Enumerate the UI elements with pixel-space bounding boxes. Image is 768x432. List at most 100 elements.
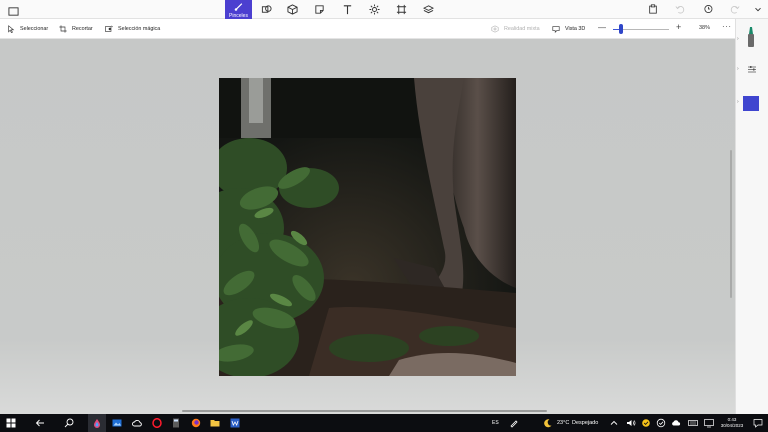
- horizontal-scrollbar[interactable]: [182, 410, 547, 412]
- taskbar-explorer[interactable]: [209, 417, 220, 428]
- taskbar-onedrive[interactable]: [131, 417, 142, 428]
- paste-icon: [649, 4, 657, 14]
- stickers-icon: [314, 5, 324, 14]
- weather-temp[interactable]: 23°C: [557, 420, 569, 426]
- windows-icon: [6, 418, 15, 427]
- cursor-icon: [8, 25, 15, 33]
- effects-icon: [368, 4, 380, 15]
- mixed-reality-button[interactable]: Realidad mixta: [491, 24, 540, 34]
- tab-brushes[interactable]: Pinceles: [225, 0, 252, 19]
- pen-button[interactable]: [508, 417, 519, 428]
- taskbar: ES 23°C Despejado 0:43 30/04/2023: [0, 414, 768, 432]
- word-icon: [230, 418, 239, 427]
- tab-stickers[interactable]: [306, 0, 332, 19]
- taskbar-word[interactable]: [229, 417, 240, 428]
- weather-desc[interactable]: Despejado: [572, 420, 598, 426]
- side-panel: › › ›: [735, 19, 768, 414]
- canvas-icon: [396, 4, 406, 15]
- cloud-tray[interactable]: [670, 417, 681, 428]
- view-3d-icon: [552, 26, 560, 33]
- weather-icon[interactable]: [542, 417, 553, 428]
- mixed-reality-label: Realidad mixta: [504, 26, 540, 32]
- search-button[interactable]: [63, 417, 74, 428]
- 3d-shapes-icon: [286, 4, 298, 15]
- menu-icon[interactable]: [8, 4, 19, 16]
- calculator-icon: [172, 418, 179, 427]
- chevron-up-icon: [610, 420, 617, 425]
- clock-date: 30/04/2023: [720, 423, 744, 428]
- notification-icon: [753, 418, 762, 428]
- photos-icon: [112, 419, 121, 426]
- tab-3d-library[interactable]: [415, 0, 441, 19]
- text-icon: [343, 5, 351, 15]
- tab-canvas[interactable]: [388, 0, 414, 19]
- folder-icon: [210, 419, 219, 426]
- view-3d-label: Vista 3D: [565, 26, 586, 32]
- cloud-tray-icon: [671, 419, 680, 425]
- start-button[interactable]: [5, 417, 16, 428]
- mixed-reality-icon: [491, 25, 499, 33]
- tab-2d-shapes[interactable]: [253, 0, 279, 19]
- zoom-percentage: 38%: [699, 25, 711, 31]
- monitor-icon: [703, 418, 714, 427]
- settings-chevron-icon[interactable]: ›: [737, 66, 739, 72]
- language-indicator[interactable]: ES: [492, 420, 499, 426]
- magic-select-button[interactable]: Selección mágica: [105, 24, 160, 34]
- marker-icon[interactable]: [746, 26, 756, 48]
- taskbar-calculator[interactable]: [170, 417, 181, 428]
- magic-select-label: Selección mágica: [118, 26, 161, 32]
- taskbar-photos[interactable]: [111, 417, 122, 428]
- taskbar-paint3d[interactable]: [88, 414, 106, 432]
- view-3d-button[interactable]: Vista 3D: [552, 24, 585, 34]
- select-label: Seleccionar: [20, 26, 49, 32]
- crop-button[interactable]: Recortar: [59, 24, 93, 34]
- display-tray[interactable]: [703, 417, 714, 428]
- back-arrow-icon: [35, 419, 44, 426]
- undo-icon: [675, 6, 685, 14]
- volume-button[interactable]: [625, 417, 636, 428]
- history-button[interactable]: [702, 3, 714, 15]
- zoom-slider-thumb[interactable]: [619, 24, 624, 34]
- system-clock[interactable]: 0:43 30/04/2023: [717, 417, 747, 429]
- search-icon: [64, 418, 73, 427]
- crop-icon: [59, 25, 67, 33]
- select-button[interactable]: Seleccionar: [7, 24, 48, 34]
- 2d-shapes-icon: [261, 5, 272, 13]
- selected-color-swatch[interactable]: [743, 96, 759, 111]
- taskbar-opera[interactable]: [151, 417, 162, 428]
- brushes-icon: [234, 3, 243, 11]
- redo-button[interactable]: [729, 3, 741, 15]
- zoom-out-button[interactable]: —: [598, 23, 606, 32]
- notifications-button[interactable]: [752, 417, 763, 428]
- taskbar-firefox[interactable]: [190, 417, 201, 428]
- tab-effects[interactable]: [361, 0, 387, 19]
- more-options-button[interactable]: ···: [722, 22, 732, 31]
- crop-label: Recortar: [72, 26, 93, 32]
- vertical-scrollbar[interactable]: [730, 150, 732, 298]
- cloud-icon: [131, 419, 142, 426]
- show-hidden-icons[interactable]: [608, 417, 619, 428]
- tab-text[interactable]: [334, 0, 360, 19]
- back-button[interactable]: [34, 417, 45, 428]
- check-circle-icon: [656, 418, 665, 427]
- firefox-icon: [191, 418, 200, 427]
- zoom-in-button[interactable]: +: [676, 22, 681, 32]
- brush-settings-icon[interactable]: [747, 65, 757, 74]
- tab-3d-shapes[interactable]: [279, 0, 305, 19]
- canvas-image[interactable]: [219, 78, 516, 376]
- norton-tray[interactable]: [640, 417, 651, 428]
- color-chevron-icon[interactable]: ›: [737, 99, 739, 105]
- undo-button[interactable]: [674, 3, 686, 15]
- paint3d-icon: [94, 419, 100, 428]
- volume-icon: [626, 419, 635, 426]
- top-ribbon: Pinceles: [0, 0, 768, 19]
- expand-button[interactable]: [752, 3, 764, 15]
- security-tray[interactable]: [655, 417, 666, 428]
- history-icon: [704, 4, 713, 14]
- pen-icon: [509, 419, 518, 428]
- forest-photo: [219, 78, 516, 376]
- keyboard-tray[interactable]: [687, 417, 698, 428]
- expand-icon: [755, 7, 761, 12]
- brush-chevron-icon[interactable]: ›: [737, 36, 739, 42]
- paste-button[interactable]: [647, 3, 659, 15]
